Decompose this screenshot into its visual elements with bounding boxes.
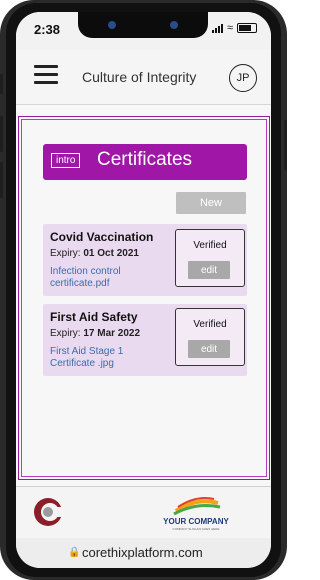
phone-volume-down bbox=[0, 162, 3, 198]
intro-badge[interactable]: intro bbox=[51, 153, 81, 168]
new-certificate-button[interactable]: New bbox=[176, 192, 246, 214]
company-logo: YOUR COMPANY COMPANY SLOGAN GOES HERE bbox=[156, 495, 236, 533]
avatar[interactable]: JP bbox=[229, 64, 257, 92]
phone-volume-up bbox=[0, 116, 3, 152]
brand-logo-icon bbox=[34, 498, 64, 526]
verified-status: Verified bbox=[193, 319, 227, 330]
certificate-expiry: Expiry: 17 Mar 2022 bbox=[50, 328, 140, 339]
company-name: YOUR COMPANY bbox=[163, 517, 229, 526]
expiry-date: 17 Mar 2022 bbox=[83, 328, 141, 339]
edit-button[interactable]: edit bbox=[188, 261, 230, 279]
wifi-icon: ≈ bbox=[226, 22, 233, 34]
expiry-label: Expiry: bbox=[50, 248, 81, 259]
certificate-file-link[interactable]: Infection control certificate.pdf bbox=[50, 266, 170, 290]
expiry-date: 01 Oct 2021 bbox=[83, 248, 139, 259]
certificate-expiry: Expiry: 01 Oct 2021 bbox=[50, 248, 139, 259]
app-title: Culture of Integrity bbox=[82, 69, 197, 85]
signal-icon bbox=[211, 23, 223, 33]
certificate-file-link[interactable]: First Aid Stage 1 Certificate .jpg bbox=[50, 346, 170, 370]
certificates-panel: intro Certificates New Covid Vaccination… bbox=[18, 116, 270, 480]
main-content: intro Certificates New Covid Vaccination… bbox=[16, 116, 271, 486]
battery-icon bbox=[237, 23, 257, 33]
company-swoosh-icon bbox=[173, 497, 221, 516]
verification-box: Verified edit bbox=[175, 308, 245, 366]
screen: 2:38 ≈ Culture of Integrity JP intro Cer… bbox=[16, 12, 271, 568]
expiry-label: Expiry: bbox=[50, 328, 81, 339]
verified-status: Verified bbox=[193, 240, 227, 251]
phone-power-button bbox=[284, 120, 287, 170]
certificate-title: First Aid Safety bbox=[50, 310, 138, 324]
lock-icon: 🔒 bbox=[68, 547, 81, 558]
section-header: intro Certificates bbox=[43, 144, 247, 180]
company-slogan: COMPANY SLOGAN GOES HERE bbox=[172, 527, 220, 531]
status-bar: 2:38 ≈ bbox=[16, 12, 271, 50]
edit-button[interactable]: edit bbox=[188, 340, 230, 358]
browser-url-bar[interactable]: 🔒 corethixplatform.com bbox=[16, 538, 271, 568]
phone-frame: 2:38 ≈ Culture of Integrity JP intro Cer… bbox=[0, 0, 287, 580]
status-icons: ≈ bbox=[211, 22, 257, 34]
verification-box: Verified edit bbox=[175, 229, 245, 287]
certificate-card: First Aid Safety Expiry: 17 Mar 2022 Fir… bbox=[43, 304, 247, 376]
url-text[interactable]: corethixplatform.com bbox=[82, 545, 203, 560]
sensor-dot-icon bbox=[170, 21, 178, 29]
menu-icon[interactable] bbox=[34, 65, 58, 85]
phone-side-button bbox=[0, 74, 3, 94]
camera-notch bbox=[78, 12, 208, 38]
section-title: Certificates bbox=[97, 149, 193, 170]
app-header: Culture of Integrity JP bbox=[16, 50, 271, 105]
certificate-title: Covid Vaccination bbox=[50, 230, 154, 244]
camera-lens-icon bbox=[108, 21, 116, 29]
status-time: 2:38 bbox=[34, 22, 61, 37]
footer: YOUR COMPANY COMPANY SLOGAN GOES HERE bbox=[16, 486, 271, 539]
certificate-card: Covid Vaccination Expiry: 01 Oct 2021 In… bbox=[43, 224, 247, 296]
